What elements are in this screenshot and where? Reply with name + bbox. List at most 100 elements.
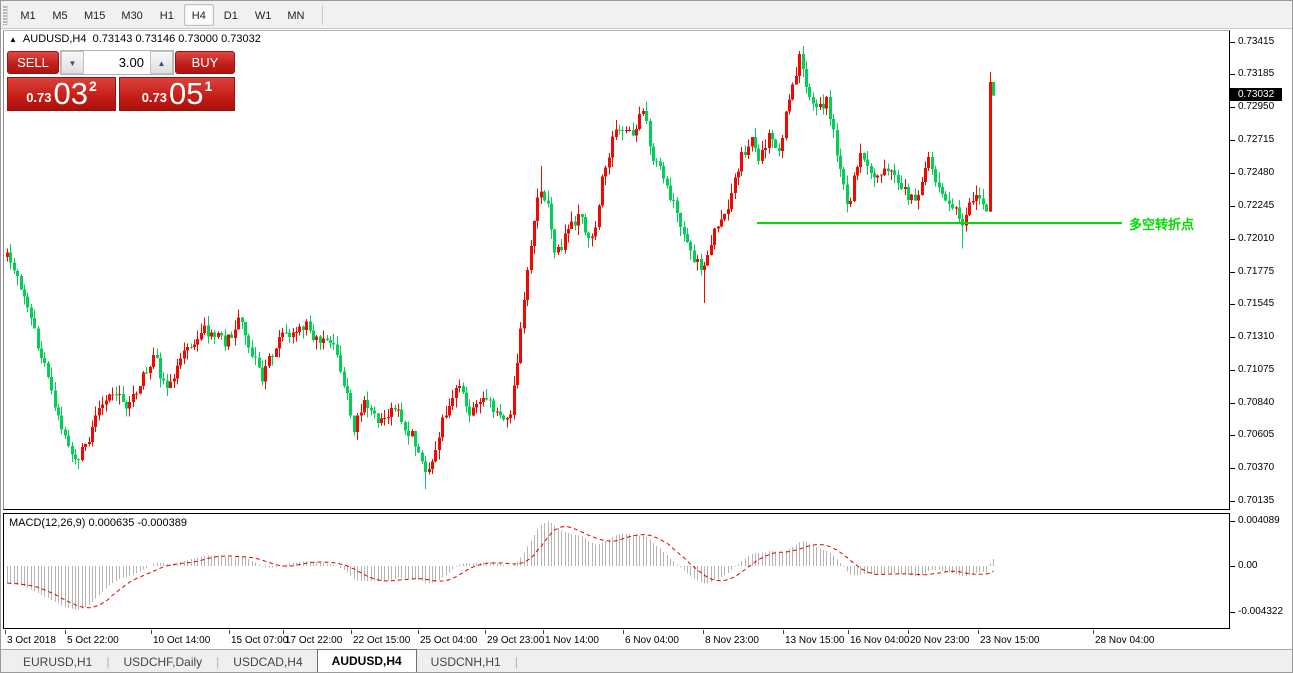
time-axis-label: 15 Oct 07:00	[231, 635, 288, 646]
time-axis-label: 20 Nov 23:00	[910, 635, 970, 646]
time-tick	[703, 630, 704, 634]
price-axis-label: 0.71310	[1238, 331, 1274, 342]
time-axis-label: 17 Oct 22:00	[285, 635, 342, 646]
chart-tab-audusd-h4[interactable]: AUDUSD,H4	[317, 649, 417, 673]
time-axis-label: 8 Nov 23:00	[705, 635, 759, 646]
time-tick	[1093, 630, 1094, 634]
time-axis-label: 10 Oct 14:00	[153, 635, 210, 646]
time-tick	[908, 630, 909, 634]
time-axis-label: 22 Oct 15:00	[353, 635, 410, 646]
lot-decrease-button[interactable]: ▼	[61, 51, 84, 74]
sell-price-digits: 03	[54, 80, 88, 108]
macd-indicator-plot[interactable]	[3, 513, 1230, 629]
price-tick	[1230, 239, 1235, 240]
time-axis-label: 3 Oct 2018	[7, 635, 56, 646]
current-price-tag: 0.73032	[1230, 88, 1282, 101]
time-axis-label: 13 Nov 15:00	[785, 635, 845, 646]
time-axis-label: 23 Nov 15:00	[980, 635, 1040, 646]
price-axis-label: 0.72010	[1238, 233, 1274, 244]
time-axis-label: 29 Oct 23:00	[487, 635, 544, 646]
price-tick	[1230, 107, 1235, 108]
macd-tick	[1230, 612, 1235, 613]
collapse-triangle-icon[interactable]: ▲	[9, 35, 17, 44]
time-tick	[783, 630, 784, 634]
price-axis-label: 0.73415	[1238, 36, 1274, 47]
sell-price-pip: 2	[89, 78, 97, 94]
timeframe-button-h4[interactable]: H4	[184, 4, 214, 26]
chart-title: AUDUSD,H4	[23, 33, 87, 45]
price-axis-label: 0.71075	[1238, 364, 1274, 375]
macd-axis-label: 0.004089	[1238, 515, 1280, 526]
time-tick	[151, 630, 152, 634]
price-axis-label: 0.70370	[1238, 462, 1274, 473]
buy-price-pip: 1	[205, 78, 213, 94]
time-axis-label: 6 Nov 04:00	[625, 635, 679, 646]
toolbar-separator	[322, 5, 323, 25]
timeframe-button-d1[interactable]: D1	[216, 4, 246, 26]
price-axis-label: 0.70135	[1238, 495, 1274, 506]
chart-tab-bar: EURUSD,H1|USDCHF,Daily|USDCAD,H4AUDUSD,H…	[1, 649, 1292, 673]
lot-size-spinner: ▼ 3.00 ▲	[60, 50, 174, 75]
price-tick	[1230, 468, 1235, 469]
price-tick	[1230, 272, 1235, 273]
price-tick	[1230, 42, 1235, 43]
buy-price-digits: 05	[169, 80, 203, 108]
buy-button[interactable]: BUY	[175, 51, 235, 74]
price-axis-label: 0.72715	[1238, 134, 1274, 145]
time-tick	[351, 630, 352, 634]
timeframe-button-mn[interactable]: MN	[280, 4, 311, 26]
price-axis-label: 0.72950	[1238, 101, 1274, 112]
price-tick	[1230, 304, 1235, 305]
price-tick	[1230, 74, 1235, 75]
mt4-window: M1M5M15M30H1H4D1W1MN ▲ AUDUSD,H4 0.73143 …	[0, 0, 1293, 673]
macd-signal-line	[8, 527, 994, 608]
macd-tick	[1230, 566, 1235, 567]
annotation-label: 多空转折点	[1129, 214, 1194, 233]
time-tick	[229, 630, 230, 634]
timeframe-button-h1[interactable]: H1	[152, 4, 182, 26]
macd-axis-label: -0.004322	[1238, 606, 1283, 617]
price-axis-label: 0.70605	[1238, 429, 1274, 440]
chart-tab-usdcad-h4[interactable]: USDCAD,H4	[219, 651, 316, 673]
macd-axis-label: 0.00	[1238, 560, 1257, 571]
macd-histogram	[8, 522, 994, 610]
price-tick	[1230, 435, 1235, 436]
sell-price-button[interactable]: 0.73 03 2	[7, 77, 116, 111]
timeframe-button-m5[interactable]: M5	[45, 4, 75, 26]
price-tick	[1230, 337, 1235, 338]
chart-tab-eurusd-h1[interactable]: EURUSD,H1	[9, 651, 106, 673]
timeframe-button-w1[interactable]: W1	[248, 4, 279, 26]
lot-increase-button[interactable]: ▲	[150, 51, 173, 74]
chart-tab-usdcnh-h1[interactable]: USDCNH,H1	[417, 651, 515, 673]
time-tick	[485, 630, 486, 634]
time-tick	[418, 630, 419, 634]
price-axis-label: 0.71775	[1238, 266, 1274, 277]
time-axis[interactable]: 3 Oct 2018 5 Oct 22:00 10 Oct 14:00 15 Oct …	[3, 630, 1230, 649]
chart-tab-usdchf-daily[interactable]: USDCHF,Daily	[109, 651, 216, 673]
chart-ohlc-values: 0.73143 0.73146 0.73000 0.73032	[93, 33, 261, 45]
macd-indicator-label: MACD(12,26,9) 0.000635 -0.000389	[9, 517, 187, 529]
macd-tick	[1230, 521, 1235, 522]
timeframe-buttons: M1M5M15M30H1H4D1W1MN	[12, 4, 312, 26]
price-axis-label: 0.71545	[1238, 298, 1274, 309]
toolbar-grip-icon[interactable]	[3, 5, 8, 25]
timeframe-button-m1[interactable]: M1	[13, 4, 43, 26]
price-tick	[1230, 370, 1235, 371]
sell-button[interactable]: SELL	[7, 51, 59, 74]
time-tick	[623, 630, 624, 634]
time-tick	[283, 630, 284, 634]
time-axis-label: 1 Nov 14:00	[545, 635, 599, 646]
sell-price-prefix: 0.73	[26, 90, 51, 105]
price-tick	[1230, 403, 1235, 404]
price-axis-label: 0.73185	[1238, 68, 1274, 79]
time-tick	[848, 630, 849, 634]
price-axis-label: 0.72245	[1238, 200, 1274, 211]
timeframe-button-m15[interactable]: M15	[77, 4, 112, 26]
buy-price-button[interactable]: 0.73 05 1	[119, 77, 235, 111]
time-axis-label: 25 Oct 04:00	[420, 635, 477, 646]
timeframe-button-m30[interactable]: M30	[114, 4, 149, 26]
time-axis-label: 5 Oct 22:00	[67, 635, 119, 646]
price-axis-label: 0.72480	[1238, 167, 1274, 178]
lot-size-value[interactable]: 3.00	[84, 51, 150, 74]
time-tick	[65, 630, 66, 634]
